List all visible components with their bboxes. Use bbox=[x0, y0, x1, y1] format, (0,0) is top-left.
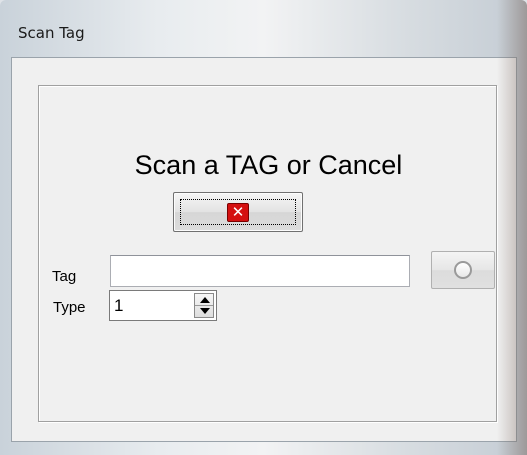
scan-tag-window: Scan Tag Scan a TAG or Cancel ✕ Tag Type… bbox=[0, 0, 527, 455]
type-spinner[interactable]: 1 bbox=[109, 290, 217, 321]
scan-instruction-text: Scan a TAG or Cancel bbox=[134, 150, 403, 180]
group-box bbox=[38, 85, 497, 422]
tag-input[interactable] bbox=[110, 255, 410, 287]
spin-divider bbox=[195, 305, 213, 306]
cancel-x-icon: ✕ bbox=[227, 203, 249, 222]
tag-lookup-button[interactable] bbox=[431, 251, 495, 289]
title-bar[interactable]: Scan Tag bbox=[0, 0, 527, 60]
window-title: Scan Tag bbox=[18, 24, 85, 42]
type-value[interactable]: 1 bbox=[114, 296, 123, 316]
cancel-button[interactable]: ✕ bbox=[173, 192, 303, 232]
type-label: Type bbox=[53, 299, 86, 316]
tag-label: Tag bbox=[52, 268, 77, 285]
spin-down-arrow-icon[interactable] bbox=[200, 308, 210, 314]
circle-icon bbox=[454, 261, 472, 279]
spin-up-arrow-icon[interactable] bbox=[200, 297, 210, 303]
spin-buttons[interactable] bbox=[194, 293, 214, 318]
dialog-client-area bbox=[11, 57, 517, 442]
